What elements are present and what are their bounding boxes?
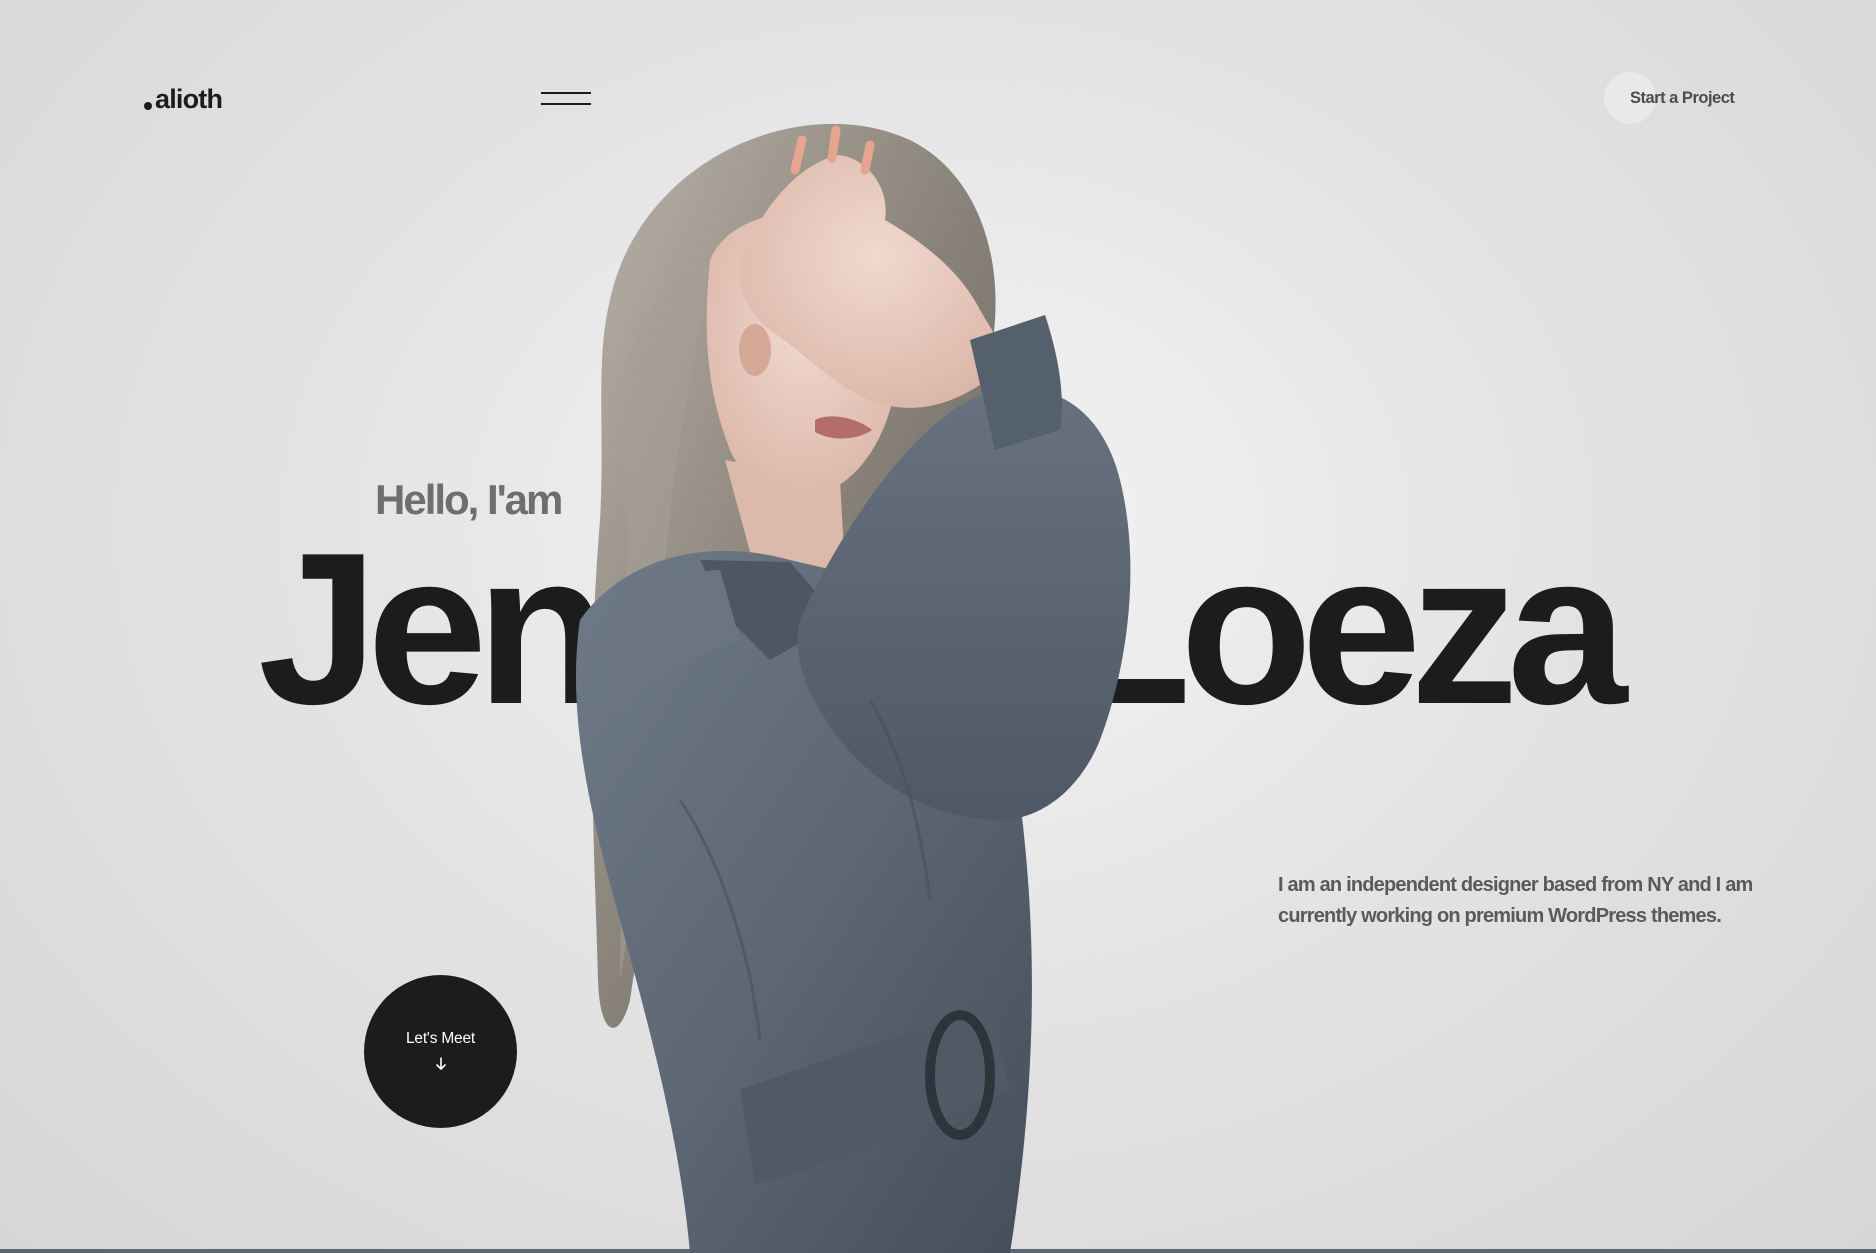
lets-meet-button[interactable]: Let's Meet (364, 975, 517, 1128)
bottom-edge (0, 1249, 1876, 1253)
logo-text: alioth (155, 84, 223, 114)
menu-line-top (541, 92, 591, 94)
menu-line-bottom (541, 103, 591, 105)
face (706, 213, 903, 498)
start-project-button[interactable]: Start a Project (1604, 72, 1735, 124)
hand (739, 155, 1010, 408)
arrow-down-icon (435, 1057, 446, 1070)
lets-meet-label: Let's Meet (405, 1030, 476, 1047)
hero-name: Jennifer Loeza (258, 507, 1627, 749)
site-logo[interactable]: alioth (144, 84, 223, 115)
page: alioth Start a Project Hello, I'am Jenni… (0, 0, 1876, 1253)
hero-bio: I am an independent designer based from … (1278, 874, 1753, 927)
belt (740, 1010, 1010, 1185)
logo-dot-icon (144, 101, 152, 110)
start-project-label: Start a Project (1630, 89, 1735, 107)
hamburger-menu-icon[interactable] (538, 87, 594, 113)
